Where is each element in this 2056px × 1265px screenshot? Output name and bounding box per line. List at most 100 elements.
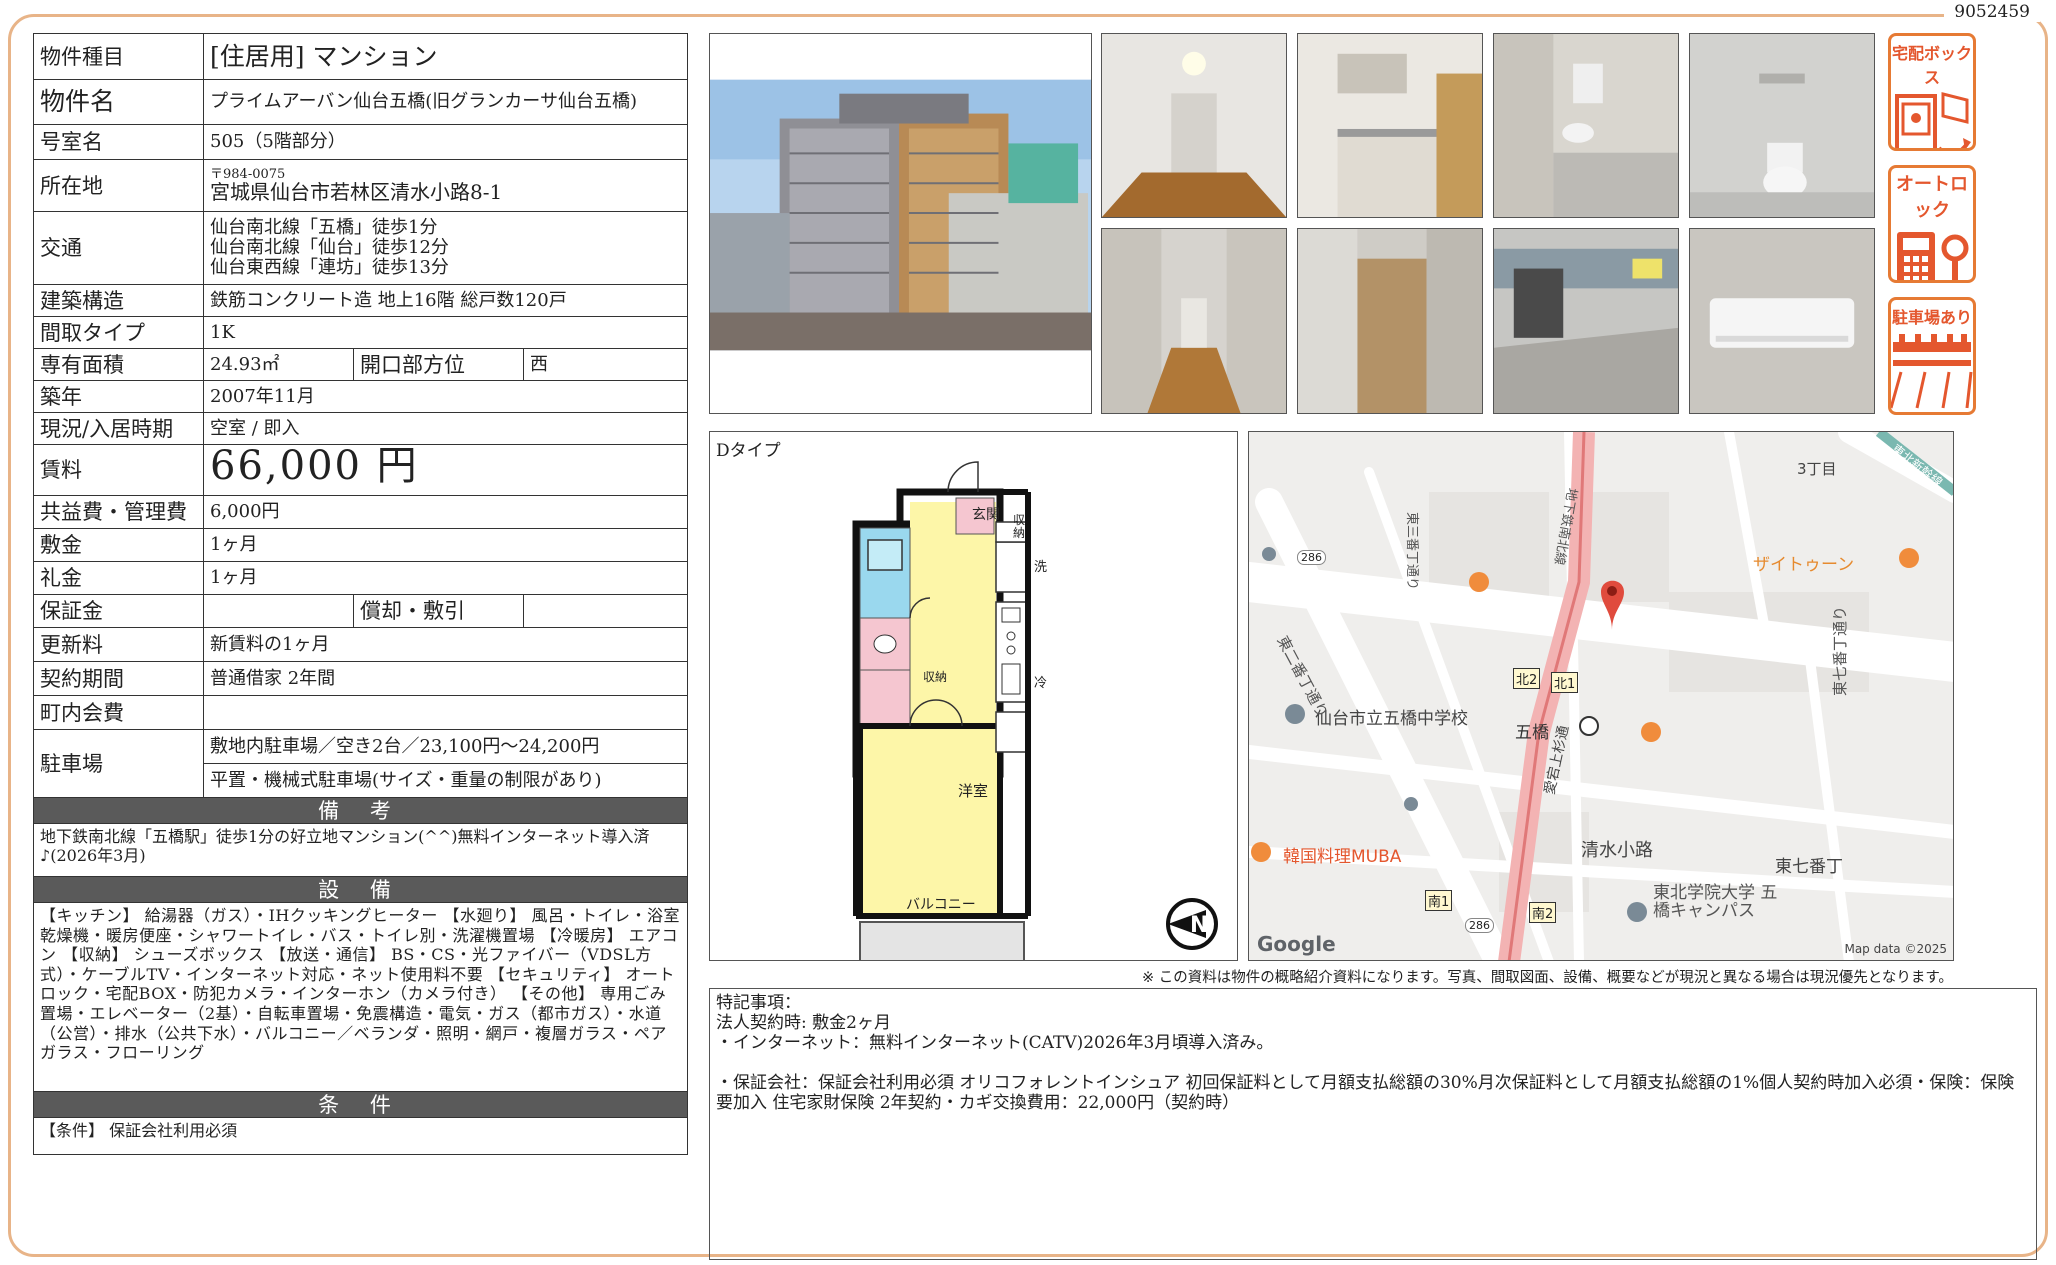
row-deposit: 敷金 1ヶ月 (33, 528, 688, 562)
value-property-type: [住居用] マンション (203, 33, 688, 80)
map-label-higashi7: 東七番丁 (1775, 857, 1843, 877)
map-route-286-a: 286 (1297, 550, 1326, 565)
address-text: 宮城県仙台市若林区清水小路8-1 (210, 180, 503, 204)
interior-photo-hallway (1101, 228, 1287, 414)
special-line-4 (716, 1053, 2030, 1073)
label-parking: 駐車場 (33, 729, 204, 798)
value-deposit: 1ヶ月 (203, 528, 688, 562)
interior-photo-balcony (1493, 228, 1679, 414)
conditions-title: 条 件 (33, 1091, 688, 1118)
row-remarks-band: 備 考 (33, 797, 688, 824)
map-attribution: Map data ©2025 (1844, 942, 1947, 956)
row-renewal: 更新料 新賃料の1ヶ月 (33, 627, 688, 662)
plan-washer-label: 洗 (1034, 560, 1048, 575)
building-exterior-photo (709, 33, 1092, 414)
equipment-title: 設 備 (33, 876, 688, 903)
value-renewal: 新賃料の1ヶ月 (203, 627, 688, 662)
map-street-higashi3: 東三番丁通り (1404, 512, 1419, 591)
label-structure: 建築構造 (33, 284, 204, 317)
label-key-money: 礼金 (33, 561, 204, 595)
value-direction: 西 (523, 348, 688, 381)
row-address: 所在地 〒984-0075 宮城県仙台市若林区清水小路8-1 (33, 159, 688, 212)
row-name: 物件名 プライムアーバン仙台五橋(旧グランカーサ仙台五橋) (33, 79, 688, 125)
parking-badge-label: 駐車場あり (1891, 308, 1972, 327)
value-structure: 鉄筋コンクリート造 地上16階 総戸数120戸 (203, 284, 688, 317)
floor-plan: Dタイプ 玄関 収 納 洗 冷 収納 洋室 バルコニー N (709, 431, 1238, 961)
value-name: プライムアーバン仙台五橋(旧グランカーサ仙台五橋) (203, 79, 688, 125)
interior-photo-kitchen (1297, 33, 1483, 218)
interior-photo-room (1101, 33, 1287, 218)
row-built: 築年 2007年11月 (33, 380, 688, 413)
label-community: 町内会費 (33, 695, 204, 730)
label-fee: 共益費・管理費 (33, 495, 204, 529)
map-exit-kita2: 北2 (1513, 668, 1541, 689)
row-conditions-band: 条 件 (33, 1091, 688, 1118)
map-exit-minami2: 南2 (1529, 902, 1557, 923)
interior-photo-bathroom (1493, 33, 1679, 218)
label-direction: 開口部方位 (353, 348, 524, 381)
special-notes: 特記事項： 法人契約時: 敷金2ヶ月 ・インターネット：無料インターネット(CA… (709, 988, 2037, 1260)
plan-entrance-label: 玄関 (972, 507, 1000, 523)
transport-line-2: 仙台南北線「仙台」徒歩12分 (210, 237, 449, 258)
label-deposit: 敷金 (33, 528, 204, 562)
value-layout: 1K (203, 316, 688, 349)
row-equipment-band: 設 備 (33, 876, 688, 903)
value-fee: 6,000円 (203, 495, 688, 529)
value-built: 2007年11月 (203, 380, 688, 413)
auto-lock-icon (1897, 232, 1969, 280)
row-transport: 交通 仙台南北線「五橋」徒歩1分 仙台南北線「仙台」徒歩12分 仙台東西線「連坊… (33, 211, 688, 285)
parking-badge: 駐車場あり (1888, 297, 1976, 415)
map-exit-minami1: 南1 (1425, 890, 1453, 911)
map-roads (1249, 432, 1953, 960)
remarks-title: 備 考 (33, 797, 688, 824)
label-layout: 間取タイプ (33, 316, 204, 349)
map-label-saitone: ザイトゥーン (1753, 555, 1855, 575)
auto-lock-badge: オートロック (1888, 165, 1976, 283)
interior-photo-closet (1297, 228, 1483, 414)
label-name: 物件名 (33, 79, 204, 125)
value-community (203, 695, 688, 730)
row-remarks: 地下鉄南北線「五橋駅」徒歩1分の好立地マンション(^^)無料インターネット導入済… (33, 823, 688, 877)
row-fee: 共益費・管理費 6,000円 (33, 495, 688, 529)
row-conditions: 【条件】 保証会社利用必須 (33, 1117, 688, 1155)
map-label-school: 仙台市立五橋中学校 (1315, 709, 1468, 729)
label-rent: 賃料 (33, 444, 204, 496)
google-logo: Google (1257, 932, 1336, 956)
label-address: 所在地 (33, 159, 204, 212)
row-area: 専有面積 24.93㎡ 開口部方位 西 (33, 348, 688, 381)
auto-lock-label: オートロック (1896, 174, 1968, 221)
equipment-text: 【キッチン】 給湯器（ガス）・IHクッキングヒーター 【水廻り】 風呂・トイレ・… (33, 902, 688, 1092)
special-line-2: 法人契約時: 敷金2ヶ月 (716, 1013, 891, 1033)
value-address: 〒984-0075 宮城県仙台市若林区清水小路8-1 (203, 159, 688, 212)
row-parking-1: 駐車場 敷地内駐車場／空き2台／23,100円〜24,200円 (33, 729, 688, 798)
svg-text:N: N (1190, 913, 1208, 938)
conditions-text: 【条件】 保証会社利用必須 (33, 1117, 688, 1155)
location-map: 3丁目 ザイトゥーン 仙台市立五橋中学校 五橋 清水小路 韓国料理MUBA 東七… (1248, 431, 1954, 961)
plan-fridge-label: 冷 (1034, 676, 1048, 691)
row-status: 現況/入居時期 空室 / 即入 (33, 412, 688, 445)
label-transport: 交通 (33, 211, 204, 285)
value-area: 24.93㎡ (203, 348, 354, 381)
label-area: 専有面積 (33, 348, 204, 381)
document-id: 9052459 (1944, 2, 2040, 22)
row-guarantee: 保証金 償却・敷引 (33, 594, 688, 628)
label-property-type: 物件種目 (33, 33, 204, 80)
plan-balcony-label: バルコニー (906, 897, 976, 913)
special-line-5: ・保証会社：保証会社利用必須 オリコフォレントインシュア 初回保証料として月額支… (716, 1073, 2015, 1113)
label-amort: 償却・敷引 (353, 594, 524, 628)
map-label-itsutsubashi: 五橋 (1515, 723, 1549, 743)
value-guarantee (203, 594, 354, 628)
label-contract: 契約期間 (33, 661, 204, 696)
transport-line-1: 仙台南北線「五橋」徒歩1分 (210, 217, 438, 238)
map-route-286-b: 286 (1465, 918, 1494, 933)
parking-icon (1891, 334, 1973, 409)
rent-amount: 66,000 円 (210, 444, 419, 489)
plan-storage-label: 収納 (1013, 513, 1026, 540)
label-built: 築年 (33, 380, 204, 413)
special-line-1: 特記事項： (716, 993, 801, 1013)
row-key-money: 礼金 1ヶ月 (33, 561, 688, 595)
map-label-3chome: 3丁目 (1797, 460, 1837, 478)
map-label-muba: 韓国料理MUBA (1283, 847, 1402, 867)
map-exit-kita1: 北1 (1551, 672, 1579, 693)
label-status: 現況/入居時期 (33, 412, 204, 445)
